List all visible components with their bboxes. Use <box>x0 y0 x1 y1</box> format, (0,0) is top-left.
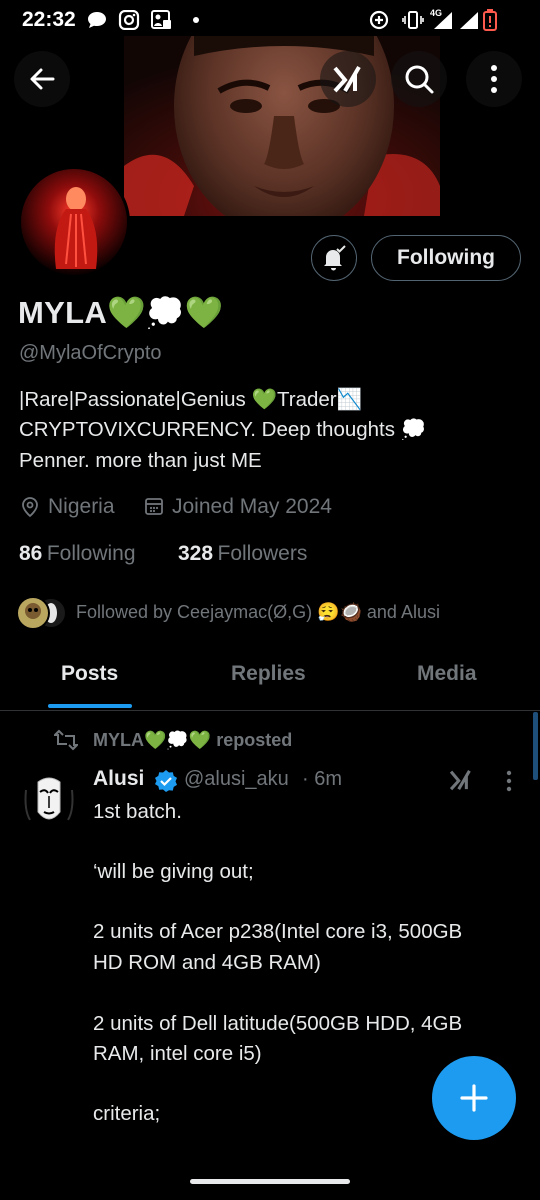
bio-line: |Rare|Passionate|Genius 💚Trader📉 <box>19 388 363 411</box>
data-saver-icon <box>369 10 389 30</box>
tweet-more-icon[interactable] <box>504 770 514 792</box>
dot-icon <box>193 17 199 23</box>
instagram-icon <box>118 10 140 30</box>
verified-badge-icon <box>155 770 177 792</box>
followers-label: Followers <box>217 542 308 565</box>
calendar-icon <box>145 498 163 515</box>
repost-icon <box>54 729 78 751</box>
followers-count-link[interactable]: 328 Followers <box>178 542 307 566</box>
tab-active-indicator <box>48 704 132 708</box>
search-button[interactable] <box>391 51 447 107</box>
search-icon <box>405 65 434 94</box>
tab-posts[interactable]: Posts <box>61 662 118 686</box>
followed-by-text[interactable]: Followed by Ceejaymac(Ø,G) 😮‍💨🥥 and Alus… <box>76 602 440 623</box>
bell-check-icon <box>324 245 346 271</box>
grok-button[interactable] <box>320 51 376 107</box>
bio-line: CRYPTOVIXCURRENCY. Deep thoughts 💭 <box>19 418 427 441</box>
tweet-text-line: 2 units of Acer p238(Intel core i3, 500G… <box>93 920 463 943</box>
followers-count: 328 <box>178 542 214 565</box>
more-options-button[interactable] <box>466 51 522 107</box>
tweet-author-handle[interactable]: @alusi_aku <box>184 768 289 791</box>
tweet-text-line: 2 units of Dell latitude(500GB HDD, 4GB <box>93 1012 463 1035</box>
tweet-text-line: HD ROM and 4GB RAM) <box>93 951 321 974</box>
grok-icon[interactable] <box>448 768 474 792</box>
profile-handle: @MylaOfCrypto <box>19 342 162 364</box>
back-arrow-icon <box>30 68 55 90</box>
following-count-link[interactable]: 86 Following <box>19 542 136 566</box>
followed-by-avatars[interactable] <box>15 596 71 630</box>
following-label: Following <box>46 542 136 565</box>
back-button[interactable] <box>14 51 70 107</box>
tab-replies[interactable]: Replies <box>231 662 306 686</box>
tweet-text-line: RAM, intel core i5) <box>93 1042 262 1065</box>
bio-line: Penner. more than just ME <box>19 449 262 472</box>
tweet-author-name[interactable]: Alusi <box>93 767 144 791</box>
avatar[interactable] <box>18 166 130 278</box>
tweet-author-avatar[interactable] <box>20 770 78 828</box>
tabs-divider <box>0 710 540 711</box>
location-pin-icon <box>22 497 38 518</box>
profile-location: Nigeria <box>48 495 115 518</box>
gallery-icon <box>151 10 171 29</box>
more-vertical-icon <box>491 65 497 93</box>
plus-icon <box>460 1084 488 1112</box>
tweet-text-line: 1st batch. <box>93 800 182 823</box>
profile-joined-date: Joined May 2024 <box>172 495 332 518</box>
compose-fab-button[interactable] <box>432 1056 516 1140</box>
battery-low-icon <box>483 9 497 31</box>
status-time: 22:32 <box>22 8 76 31</box>
repost-label[interactable]: MYLA💚💭💚 reposted <box>93 730 292 751</box>
status-bar: 22:32 4G <box>0 0 540 40</box>
vibrate-icon <box>402 11 424 29</box>
tweet-text-line: criteria; <box>93 1102 161 1125</box>
scrollbar[interactable] <box>533 712 538 780</box>
home-indicator[interactable] <box>190 1179 350 1184</box>
tweet-timestamp[interactable]: · 6m <box>302 768 342 791</box>
notifications-bell-button[interactable] <box>311 235 357 281</box>
profile-display-name: MYLA💚💭💚 <box>18 295 224 330</box>
signal-icon <box>460 12 478 29</box>
signal-icon <box>434 12 452 29</box>
following-count: 86 <box>19 542 43 565</box>
chat-bubble-icon <box>88 12 106 28</box>
following-button[interactable]: Following <box>371 235 521 281</box>
grok-icon <box>333 65 361 93</box>
profile-banner[interactable] <box>124 36 440 216</box>
tweet-text-line: ‘will be giving out; <box>93 860 254 883</box>
tab-media[interactable]: Media <box>417 662 477 686</box>
